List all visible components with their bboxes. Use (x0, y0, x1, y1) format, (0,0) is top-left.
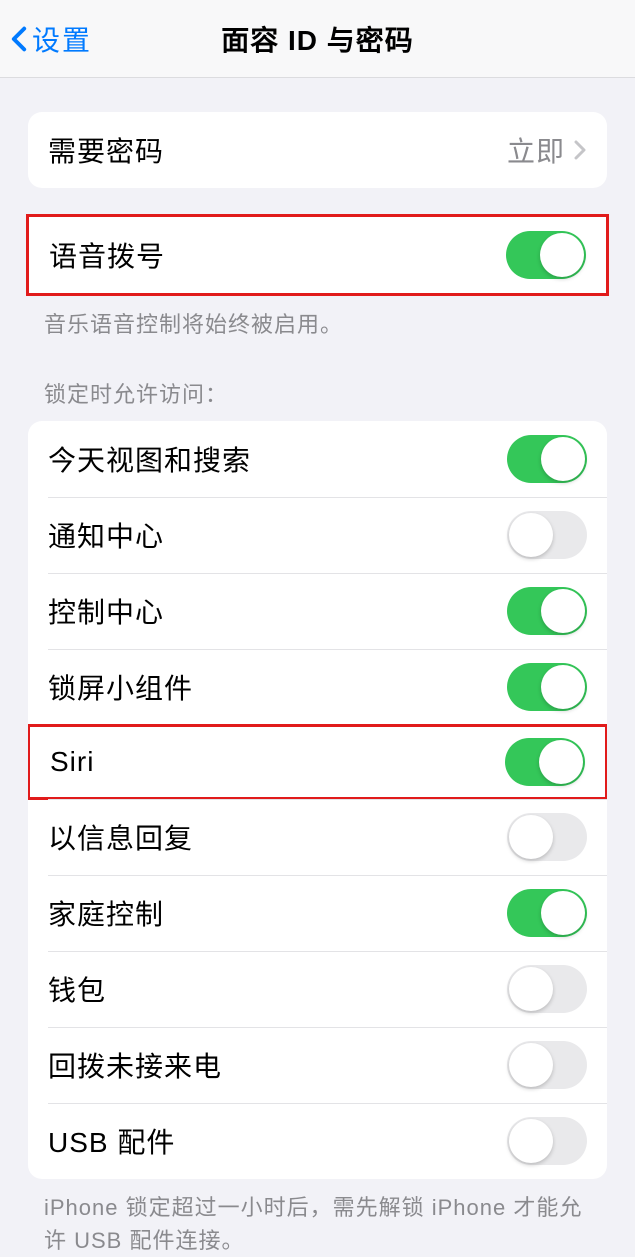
voice-dial-toggle[interactable] (506, 231, 586, 279)
lock-access-footer: iPhone 锁定超过一小时后，需先解锁 iPhone 才能允许 USB 配件连… (0, 1179, 635, 1257)
lock-access-row[interactable]: 家庭控制 (28, 875, 607, 951)
lock-access-label: 回拨未接来电 (48, 1045, 222, 1085)
chevron-left-icon (10, 24, 28, 54)
lock-access-toggle[interactable] (507, 511, 587, 559)
lock-access-label: 今天视图和搜索 (48, 439, 251, 479)
lock-access-toggle[interactable] (507, 889, 587, 937)
lock-access-toggle[interactable] (507, 965, 587, 1013)
lock-access-row[interactable]: 回拨未接来电 (28, 1027, 607, 1103)
back-button[interactable]: 设置 (10, 19, 92, 59)
toggle-knob (509, 513, 553, 557)
require-passcode-value: 立即 (507, 130, 587, 170)
back-label: 设置 (32, 19, 92, 59)
lock-access-label: 钱包 (48, 969, 106, 1009)
lock-access-row[interactable]: 通知中心 (28, 497, 607, 573)
toggle-knob (541, 589, 585, 633)
toggle-knob (540, 233, 584, 277)
lock-access-label: 锁屏小组件 (48, 667, 193, 707)
toggle-knob (509, 1119, 553, 1163)
lock-access-row[interactable]: 钱包 (28, 951, 607, 1027)
voice-dial-section: 语音拨号 (26, 214, 609, 296)
lock-access-label: USB 配件 (48, 1121, 175, 1161)
lock-access-label: 以信息回复 (48, 817, 193, 857)
lock-access-header: 锁定时允许访问： (0, 341, 635, 421)
lock-access-section: 今天视图和搜索通知中心控制中心锁屏小组件 Siri 以信息回复家庭控制钱包回拨未接来… (28, 421, 607, 1179)
lock-access-label: 通知中心 (48, 515, 164, 555)
page-title: 面容 ID 与密码 (0, 19, 635, 59)
toggle-knob (541, 665, 585, 709)
lock-access-label: 控制中心 (48, 591, 164, 631)
lock-access-toggle[interactable] (507, 663, 587, 711)
lock-access-row[interactable]: 控制中心 (28, 573, 607, 649)
toggle-knob (541, 437, 585, 481)
toggle-knob (509, 967, 553, 1011)
lock-access-row[interactable]: USB 配件 (28, 1103, 607, 1179)
require-passcode-row[interactable]: 需要密码 立即 (28, 112, 607, 188)
require-passcode-section: 需要密码 立即 (28, 112, 607, 188)
voice-dial-row[interactable]: 语音拨号 (29, 217, 606, 293)
lock-access-toggle[interactable] (507, 587, 587, 635)
toggle-knob (541, 891, 585, 935)
toggle-knob (509, 1043, 553, 1087)
lock-access-label: 家庭控制 (48, 893, 164, 933)
lock-access-toggle[interactable] (507, 1041, 587, 1089)
chevron-right-icon (573, 138, 587, 162)
lock-access-row[interactable]: 以信息回复 (28, 799, 607, 875)
navigation-bar: 设置 面容 ID 与密码 (0, 0, 635, 78)
lock-access-label: Siri (50, 746, 94, 778)
require-passcode-label: 需要密码 (48, 130, 164, 170)
lock-access-toggle[interactable] (507, 1117, 587, 1165)
voice-dial-footer: 音乐语音控制将始终被启用。 (0, 296, 635, 341)
toggle-knob (509, 815, 553, 859)
lock-access-row[interactable]: 今天视图和搜索 (28, 421, 607, 497)
lock-access-toggle[interactable] (507, 435, 587, 483)
toggle-knob (539, 740, 583, 784)
lock-access-toggle[interactable] (505, 738, 585, 786)
lock-access-row[interactable]: Siri (28, 724, 607, 800)
lock-access-toggle[interactable] (507, 813, 587, 861)
voice-dial-label: 语音拨号 (49, 235, 165, 275)
lock-access-row[interactable]: 锁屏小组件 (28, 649, 607, 725)
